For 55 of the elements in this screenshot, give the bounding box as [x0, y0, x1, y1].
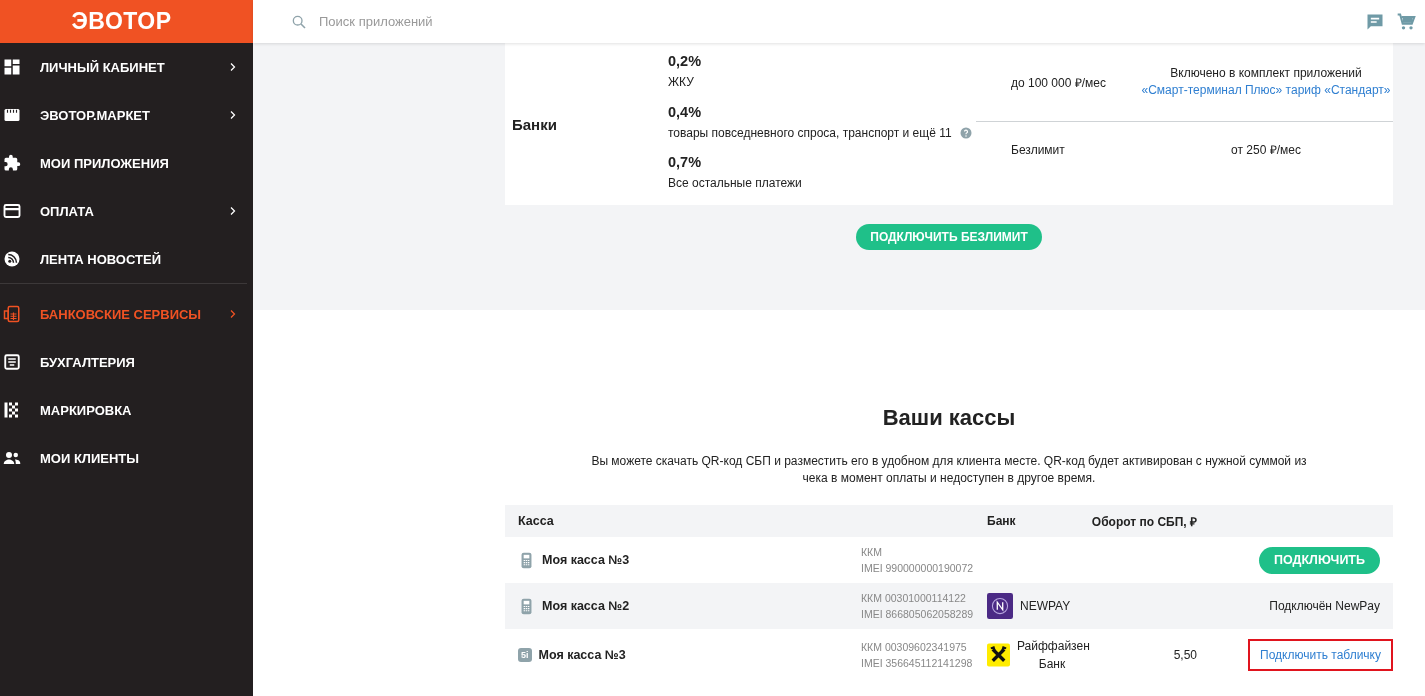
search-icon — [291, 13, 307, 30]
kkm-number: ККМ — [861, 545, 882, 560]
rate-value: 0,7% — [668, 154, 703, 171]
plan-price: Включено в комплект приложений — [1169, 65, 1363, 82]
cart-icon — [1395, 11, 1417, 32]
column-header: Банк — [987, 514, 1016, 528]
sidebar-item[interactable]: БУХГАЛТЕРИЯ — [0, 338, 253, 386]
register-name: Моя касса №3 — [542, 553, 630, 567]
rate-description: товары повседневного спроса, транспорт и ещё 11 — [668, 125, 952, 140]
tariff-link[interactable]: «Смарт-терминал Плюс» тариф «Стандарт» — [1141, 83, 1391, 97]
cash-register-icon — [3, 305, 21, 323]
grid-icon — [3, 58, 21, 76]
rate-value: 0,2% — [668, 53, 703, 69]
sidebar-item[interactable]: МОИ ПРИЛОЖЕНИЯ — [0, 139, 253, 187]
provider-label: Банки — [512, 115, 557, 133]
sidebar-item[interactable]: ЛЕНТА НОВОСТЕЙ — [0, 235, 247, 284]
checkered-icon — [3, 401, 21, 419]
description-text: Вы можете скачать QR-код СБП и разместить его в удобном для клиента месте. QR-код будет активирован с нужной суммой из чека в момент оплаты и недоступен в другое время. — [590, 453, 1308, 487]
storefront-icon — [3, 106, 21, 124]
rate-description: Все остальные платежи — [668, 176, 802, 191]
sidebar-item[interactable]: ЛИЧНЫЙ КАБИНЕТ — [0, 43, 253, 91]
news-feed-icon — [3, 250, 21, 268]
kkm-number: ККМ 00301000114122 — [861, 591, 966, 606]
column-header: Оборот по СБП, ₽ — [1091, 513, 1197, 530]
device-badge: 5i — [518, 647, 532, 662]
connection-status: Подключён NewPay — [1269, 599, 1380, 613]
kkm-number: ККМ 00309602341975 — [861, 639, 967, 655]
connect-sign-link[interactable]: Подключить табличку — [1260, 647, 1381, 662]
document-icon — [3, 353, 21, 371]
sidebar-item[interactable]: МОИ КЛИЕНТЫ — [0, 434, 253, 482]
rate-value: 0,4% — [668, 103, 703, 120]
imei-number: IMEI 356645112141298 — [861, 655, 973, 671]
imei-number: IMEI 990000000190072 — [861, 561, 974, 576]
plan-price: от 250 ₽/мес — [1230, 141, 1302, 159]
sidebar-item[interactable]: МАРКИРОВКА — [0, 386, 253, 434]
credit-card-icon — [3, 202, 21, 220]
turnover-value: 5,50 — [1173, 647, 1197, 662]
help-icon — [959, 126, 972, 139]
bank-name: Райффайзен Банк — [1017, 637, 1087, 673]
imei-number: IMEI 866805062058289 — [861, 607, 974, 622]
bank-name: NEWPAY — [1020, 599, 1071, 613]
crossed-x-logo-icon — [987, 641, 1010, 668]
sidebar-item[interactable]: БАНКОВСКИЕ СЕРВИСЫ — [0, 290, 253, 338]
sidebar-item[interactable]: ОПЛАТА — [0, 187, 253, 235]
register-name: Моя касса №3 — [538, 647, 626, 662]
sidebar-item[interactable]: ЭВОТОР.МАРКЕТ — [0, 91, 253, 139]
people-icon — [3, 449, 21, 467]
rate-description: ЖКУ — [668, 75, 694, 89]
puzzle-icon — [3, 154, 21, 172]
circled-n-logo-icon — [987, 593, 1013, 619]
section-title: Ваши кассы — [882, 405, 1016, 431]
register-name: Моя касса №2 — [542, 599, 630, 613]
column-header: Касса — [518, 514, 554, 528]
plan-limit: Безлимит — [1011, 143, 1066, 157]
plan-limit: до 100 000 ₽/мес — [1011, 74, 1107, 91]
